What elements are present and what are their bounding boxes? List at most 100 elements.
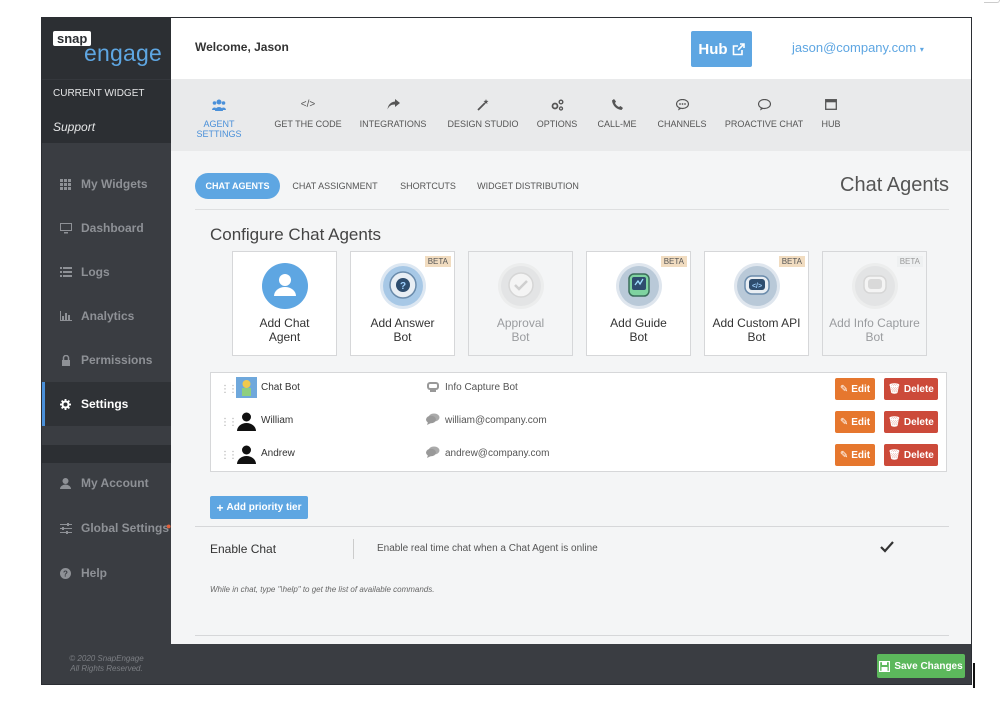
table-row[interactable]: ⋮⋮ Andrew andrew@company.com ✎ Edit 🗑 Dele… [211,439,948,472]
tab-call-me[interactable]: CALL-ME [596,99,638,129]
sidebar-item-label: Permissions [81,353,153,367]
main-content: CHAT AGENTS CHAT ASSIGNMENT SHORTCUTS WI… [171,151,971,644]
floppy-disk-icon [879,660,891,672]
agent-name: Andrew [261,448,295,459]
text-cursor [973,663,975,688]
edit-button[interactable]: ✎ Edit [835,444,875,466]
tab-proactive-chat[interactable]: PROACTIVE CHAT [724,98,804,129]
tab-channels[interactable]: CHANNELS [656,98,708,129]
tab-options[interactable]: OPTIONS [536,99,578,129]
user-menu[interactable]: jason@company.com ▾ [792,40,924,55]
drag-handle-icon[interactable]: ⋮⋮ [220,417,238,428]
sliders-icon [59,522,72,535]
edit-button[interactable]: ✎ Edit [835,411,875,433]
sidebar-item-permissions[interactable]: Permissions [42,338,171,382]
save-changes-button[interactable]: Save Changes [877,654,965,678]
tab-label: GET THE CODE [274,119,342,129]
card-label: Add Answer Bot [370,316,435,344]
sidebar-item-logs[interactable]: Logs [42,250,171,294]
hub-button-label: Hub [698,40,728,58]
trash-icon: 🗑 [888,416,901,428]
copyright-line: © 2020 SnapEngage [69,654,144,663]
hub-button[interactable]: Hub [691,31,752,67]
add-guide-bot-card[interactable]: BETA Add Guide Bot [586,251,691,356]
subtab-shortcuts[interactable]: SHORTCUTS [397,173,459,199]
add-priority-tier-button[interactable]: + Add priority tier [210,496,308,519]
beta-badge: BETA [660,256,687,267]
header: Welcome, Jason Hub jason@company.com ▾ [171,18,971,79]
logo-engage: engage [84,40,162,66]
drag-handle-icon[interactable]: ⋮⋮ [220,450,238,461]
card-label: Add Custom API Bot [712,316,801,344]
drag-handle-icon[interactable]: ⋮⋮ [220,384,238,395]
agent-detail: Info Capture Bot [445,382,518,393]
sidebar-item-my-widgets[interactable]: My Widgets [42,162,171,206]
sidebar-item-help[interactable]: ? Help [42,551,171,595]
agent-name: Chat Bot [261,382,300,393]
card-label: Add Info Capture Bot [829,316,920,344]
caret-down-icon: ▾ [919,45,924,54]
table-row[interactable]: ⋮⋮ William william@company.com ✎ Edit 🗑 De… [211,406,948,439]
sidebar-item-label: Help [81,566,108,580]
svg-text:?: ? [400,281,406,292]
sidebar-item-label: Dashboard [81,221,144,235]
tab-agent-settings[interactable]: AGENT SETTINGS [181,99,257,139]
enable-chat-label: Enable Chat [210,542,277,556]
sidebar-item-analytics[interactable]: Analytics [42,294,171,338]
sidebar-item-dashboard[interactable]: Dashboard [42,206,171,250]
table-row[interactable]: ⋮⋮ Chat Bot Info Capture Bot ✎ Edit 🗑 Dele… [211,373,948,406]
help-note: While in chat, type "\help" to get the l… [210,585,435,594]
tab-hub[interactable]: HUB [817,99,845,129]
external-link-icon [732,42,745,56]
subtab-chat-assignment[interactable]: CHAT ASSIGNMENT [289,173,381,199]
sidebar: snap engage CURRENT WIDGET Support My Wi… [42,18,171,684]
chat-bubble-icon [656,98,708,113]
enable-chat-checkbox[interactable] [880,540,894,556]
divider [195,526,949,527]
trash-icon: 🗑 [888,383,901,395]
logo[interactable]: snap engage [42,18,171,79]
tab-label: CALL-ME [597,119,637,129]
card-label: Add Guide Bot [610,316,667,344]
delete-button[interactable]: 🗑 Delete [884,411,938,433]
divider [353,539,354,559]
tab-label: OPTIONS [536,119,578,129]
user-icon [59,477,72,490]
delete-button[interactable]: 🗑 Delete [884,444,938,466]
guide-bot-icon [616,263,662,309]
subtab-chat-agents[interactable]: CHAT AGENTS [195,173,280,199]
current-widget[interactable]: CURRENT WIDGET Support [42,79,171,143]
user-avatar [236,410,257,431]
agent-list: ⋮⋮ Chat Bot Info Capture Bot ✎ Edit 🗑 Dele… [210,372,947,472]
tab-integrations[interactable]: INTEGRATIONS [357,99,429,129]
add-chat-agent-card[interactable]: Add Chat Agent [232,251,337,356]
divider [195,209,949,210]
tab-label: AGENT SETTINGS [196,119,242,139]
subtab-widget-distribution[interactable]: WIDGET DISTRIBUTION [475,173,581,199]
sidebar-item-global-settings[interactable]: Global Settings [42,506,171,550]
sidebar-item-label: Settings [81,397,129,411]
agent-detail: william@company.com [445,415,547,426]
custom-api-bot-icon: </> [734,263,780,309]
agent-detail: andrew@company.com [445,448,550,459]
card-label: Approval Bot [496,316,545,344]
tab-label: INTEGRATIONS [359,119,427,129]
tab-label: PROACTIVE CHAT [724,119,804,129]
share-arrow-icon [357,99,429,113]
tab-label: CHANNELS [657,119,707,129]
add-info-capture-bot-card[interactable]: BETA Add Info Capture Bot [822,251,927,356]
agent-name: William [261,415,294,426]
tab-design-studio[interactable]: DESIGN STUDIO [444,99,522,129]
delete-button[interactable]: 🗑 Delete [884,378,938,400]
tab-get-the-code[interactable]: </> GET THE CODE [272,99,344,129]
phone-icon [596,99,638,113]
sidebar-item-my-account[interactable]: My Account [42,461,171,505]
approval-bot-card[interactable]: Approval Bot [468,251,573,356]
checkmark-icon [880,541,894,553]
enable-chat-description: Enable real time chat when a Chat Agent … [377,543,598,554]
add-answer-bot-card[interactable]: BETA ? Add Answer Bot [350,251,455,356]
card-label: Add Chat Agent [259,316,310,344]
edit-button[interactable]: ✎ Edit [835,378,875,400]
add-custom-api-bot-card[interactable]: BETA </> Add Custom API Bot [704,251,809,356]
sidebar-item-settings[interactable]: Settings [42,382,171,426]
